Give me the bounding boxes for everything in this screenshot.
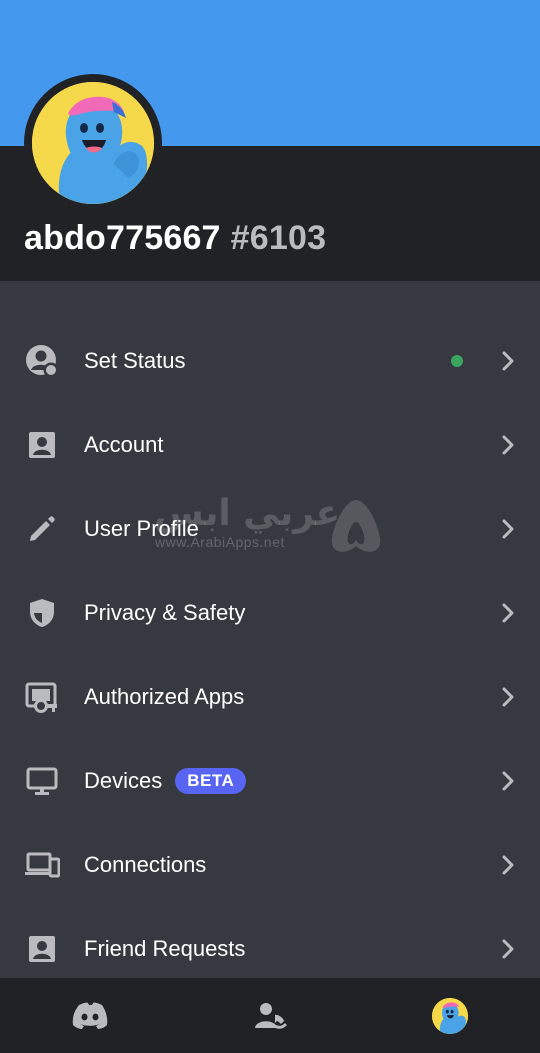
- chevron-right-icon: [498, 350, 518, 372]
- connections-icon: [24, 847, 60, 883]
- bottom-nav: [0, 978, 540, 1053]
- menu-item-authorized-apps[interactable]: Authorized Apps: [0, 655, 540, 739]
- menu-item-label: Privacy & Safety: [84, 600, 246, 625]
- avatar[interactable]: [32, 82, 154, 204]
- status-icon: [24, 343, 60, 379]
- chevron-right-icon: [498, 602, 518, 624]
- username-row: abdo775667 #6103: [24, 214, 326, 262]
- menu-item-label: Account: [84, 432, 164, 457]
- account-icon: [24, 427, 60, 463]
- menu-item-devices[interactable]: Devices BETA: [0, 739, 540, 823]
- username: abdo775667: [24, 219, 221, 257]
- user-tag: #6103: [230, 219, 327, 257]
- chevron-right-icon: [498, 938, 518, 960]
- menu-item-set-status[interactable]: Set Status: [0, 319, 540, 403]
- chevron-right-icon: [498, 854, 518, 876]
- cartoon-avatar-icon: [32, 82, 154, 204]
- pencil-icon: [24, 511, 60, 547]
- chevron-right-icon: [498, 518, 518, 540]
- menu-item-label: User Profile: [84, 516, 199, 541]
- menu-item-connections[interactable]: Connections: [0, 823, 540, 907]
- shield-icon: [24, 595, 60, 631]
- friend-requests-icon: [24, 931, 60, 967]
- settings-list: Set Status Account User Profile Privacy …: [0, 319, 540, 991]
- chevron-right-icon: [498, 686, 518, 708]
- menu-item-label: Devices BETA: [84, 739, 247, 823]
- online-status-dot: [451, 355, 463, 367]
- menu-item-privacy-safety[interactable]: Privacy & Safety: [0, 571, 540, 655]
- monitor-icon: [24, 763, 60, 799]
- menu-item-label: Set Status: [84, 348, 186, 373]
- chevron-right-icon: [498, 434, 518, 456]
- menu-item-user-profile[interactable]: User Profile: [0, 487, 540, 571]
- discord-logo-icon: [72, 1002, 108, 1029]
- menu-item-label: Connections: [84, 852, 207, 877]
- beta-badge: BETA: [175, 768, 247, 794]
- menu-item-account[interactable]: Account: [0, 403, 540, 487]
- friends-icon: [255, 1002, 287, 1029]
- menu-item-label: Authorized Apps: [84, 684, 245, 709]
- chevron-right-icon: [498, 770, 518, 792]
- profile-avatar-icon: [432, 997, 468, 1034]
- nav-friends-button[interactable]: [180, 978, 360, 1053]
- user-settings-screen: abdo775667 #6103 Set Status Account User…: [0, 0, 540, 1053]
- nav-home-button[interactable]: [0, 978, 180, 1053]
- nav-profile-button[interactable]: [360, 978, 540, 1053]
- menu-item-text: Devices: [84, 768, 163, 793]
- authorized-apps-icon: [24, 679, 60, 715]
